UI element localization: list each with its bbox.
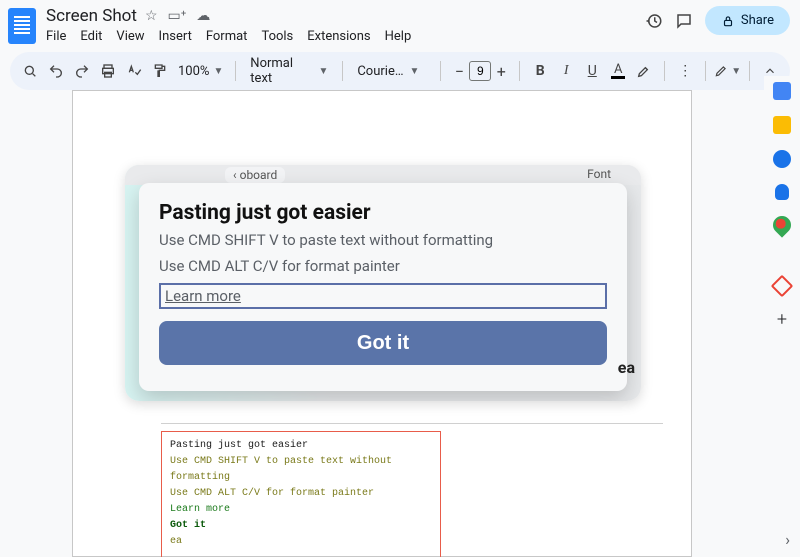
decrease-font-size-icon[interactable]: − <box>449 60 469 82</box>
titlebar: Screen Shot ☆ ▭⁺ ☁ File Edit View Insert… <box>0 0 800 44</box>
redo-icon[interactable] <box>70 58 94 84</box>
editing-mode-select[interactable]: ▼ <box>714 58 741 84</box>
image-fragment-label: ea <box>618 358 635 377</box>
image-dialog-line: Use CMD SHIFT V to paste text without fo… <box>159 231 607 249</box>
horizontal-rule <box>161 423 663 424</box>
image-dialog-line: Use CMD ALT C/V for format painter <box>159 257 607 275</box>
menu-bar: File Edit View Insert Format Tools Exten… <box>46 29 645 44</box>
document-text-line[interactable]: ea <box>170 534 432 550</box>
docs-app-icon[interactable] <box>8 8 36 44</box>
document-text-line[interactable]: Use CMD SHIFT V to paste text without fo… <box>170 454 432 486</box>
menu-view[interactable]: View <box>116 29 144 44</box>
image-dialog-got-it: Got it <box>159 321 607 365</box>
print-icon[interactable] <box>96 58 120 84</box>
maps-icon[interactable] <box>769 212 794 237</box>
highlight-color-icon[interactable] <box>632 58 656 84</box>
menu-file[interactable]: File <box>46 29 66 44</box>
image-dialog: Pasting just got easier Use CMD SHIFT V … <box>139 183 627 391</box>
menu-help[interactable]: Help <box>385 29 412 44</box>
image-fragment-label: ‹ oboard <box>225 167 285 183</box>
increase-font-size-icon[interactable]: + <box>491 60 511 82</box>
font-size-control: − + <box>449 60 511 82</box>
document-title[interactable]: Screen Shot <box>46 6 137 26</box>
cloud-status-icon[interactable]: ☁ <box>196 8 210 24</box>
spellcheck-icon[interactable] <box>122 58 146 84</box>
image-dialog-learn-more: Learn more <box>159 283 607 309</box>
document-page[interactable]: ‹ oboard Font Pasting just got easier Us… <box>72 90 692 557</box>
paragraph-style-select[interactable]: Normal text▼ <box>244 56 334 86</box>
menu-format[interactable]: Format <box>206 29 248 44</box>
side-panel: + › <box>764 76 800 557</box>
document-text-line[interactable]: Pasting just got easier <box>170 438 432 454</box>
bold-icon[interactable]: B <box>528 58 552 84</box>
menu-extensions[interactable]: Extensions <box>307 29 370 44</box>
document-text-line[interactable]: Use CMD ALT C/V for format painter <box>170 486 432 502</box>
share-button[interactable]: Share <box>705 6 790 35</box>
document-text-block[interactable]: Pasting just got easier Use CMD SHIFT V … <box>161 431 441 557</box>
move-icon[interactable]: ▭⁺ <box>168 8 187 24</box>
document-text-line[interactable]: Learn more <box>170 502 432 518</box>
underline-icon[interactable]: U <box>580 58 604 84</box>
text-color-icon[interactable]: A <box>606 58 630 84</box>
paint-format-icon[interactable] <box>148 58 172 84</box>
font-size-input[interactable] <box>469 61 491 81</box>
image-dialog-title: Pasting just got easier <box>159 201 607 225</box>
menu-insert[interactable]: Insert <box>159 29 192 44</box>
search-menus-icon[interactable] <box>18 58 42 84</box>
italic-icon[interactable]: I <box>554 58 578 84</box>
menu-edit[interactable]: Edit <box>80 29 102 44</box>
zoom-select[interactable]: 100%▼ <box>174 64 227 79</box>
star-icon[interactable]: ☆ <box>145 8 158 24</box>
font-family-select[interactable]: Courie…▼ <box>351 64 432 79</box>
comments-icon[interactable] <box>675 12 693 30</box>
get-addons-icon[interactable]: + <box>773 310 791 328</box>
menu-tools[interactable]: Tools <box>261 29 293 44</box>
contacts-icon[interactable] <box>775 184 789 200</box>
document-viewport[interactable]: ‹ oboard Font Pasting just got easier Us… <box>0 90 764 557</box>
undo-icon[interactable] <box>44 58 68 84</box>
embedded-image[interactable]: ‹ oboard Font Pasting just got easier Us… <box>125 165 641 401</box>
version-history-icon[interactable] <box>645 12 663 30</box>
hide-sidepanel-icon[interactable]: › <box>785 530 790 549</box>
calendar-icon[interactable] <box>773 82 791 100</box>
more-toolbar-icon[interactable]: ⋮ <box>673 58 697 84</box>
tasks-icon[interactable] <box>773 150 791 168</box>
share-button-label: Share <box>741 13 774 28</box>
addon-icon[interactable] <box>771 275 794 298</box>
image-fragment-label: Font <box>587 167 611 181</box>
toolbar: 100%▼ Normal text▼ Courie…▼ − + B I U A … <box>10 52 790 90</box>
document-text-line[interactable]: Got it <box>170 518 432 534</box>
keep-icon[interactable] <box>773 116 791 134</box>
